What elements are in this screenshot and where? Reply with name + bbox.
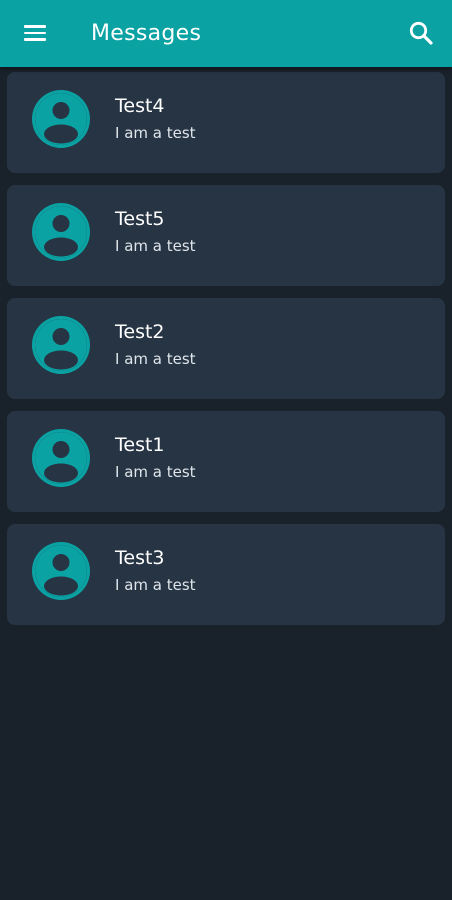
conversation-item[interactable]: Test4 I am a test: [7, 72, 445, 173]
conversation-list: Test4 I am a test Test5 I am a test Test…: [7, 72, 445, 637]
person-avatar-icon: [32, 90, 90, 148]
conversation-name: Test5: [115, 208, 165, 230]
messages-screen: Messages Test4 I am a test Test5 I am a …: [0, 0, 452, 900]
conversation-item[interactable]: Test2 I am a test: [7, 298, 445, 399]
conversation-item[interactable]: Test3 I am a test: [7, 524, 445, 625]
conversation-name: Test3: [115, 547, 165, 569]
hamburger-menu-icon: [24, 25, 46, 41]
conversation-preview: I am a test: [115, 463, 196, 481]
conversation-name: Test2: [115, 321, 165, 343]
conversation-preview: I am a test: [115, 576, 196, 594]
conversation-name: Test4: [115, 95, 165, 117]
conversation-item[interactable]: Test1 I am a test: [7, 411, 445, 512]
app-bar: Messages: [0, 0, 452, 67]
conversation-name: Test1: [115, 434, 165, 456]
search-button[interactable]: [398, 10, 444, 56]
page-title: Messages: [91, 21, 202, 46]
conversation-preview: I am a test: [115, 350, 196, 368]
conversation-item[interactable]: Test5 I am a test: [7, 185, 445, 286]
conversation-preview: I am a test: [115, 124, 196, 142]
person-avatar-icon: [32, 316, 90, 374]
person-avatar-icon: [32, 542, 90, 600]
person-avatar-icon: [32, 203, 90, 261]
search-icon: [409, 21, 433, 45]
menu-button[interactable]: [13, 11, 57, 55]
person-avatar-icon: [32, 429, 90, 487]
conversation-preview: I am a test: [115, 237, 196, 255]
